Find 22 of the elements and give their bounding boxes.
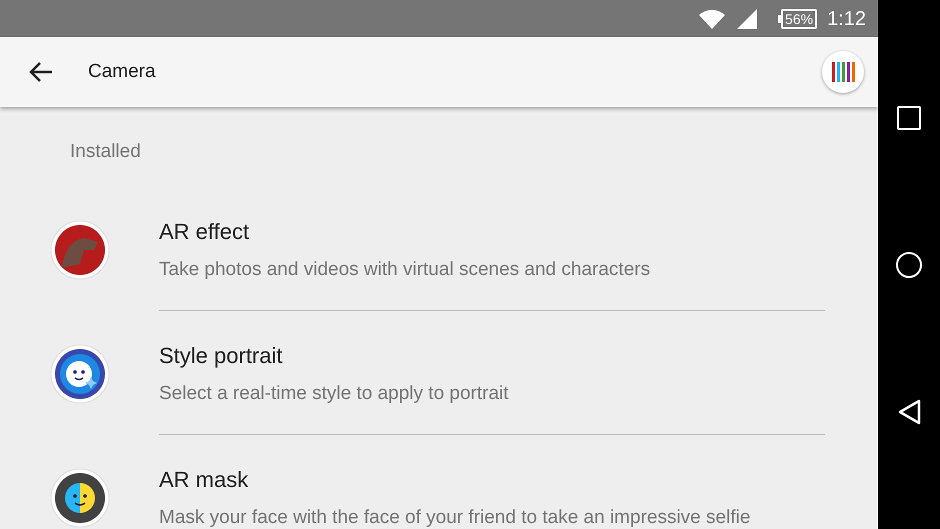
item-title: Style portrait	[159, 342, 284, 368]
item-description: Mask your face with the face of your friend to take an impressive selfie	[159, 506, 752, 528]
list-item[interactable]: Style portrait Select a real-time style to apply to portrait	[0, 332, 878, 456]
home-button[interactable]	[896, 252, 922, 278]
smiley-face-icon	[50, 344, 110, 404]
section-header: Installed	[70, 140, 142, 164]
clock-time: 1:12	[827, 6, 866, 32]
half-face-icon	[50, 468, 110, 528]
wifi-icon	[698, 8, 726, 30]
item-title: AR effect	[159, 218, 250, 244]
app-logo-button[interactable]	[822, 51, 864, 93]
color-bars-logo	[831, 61, 855, 83]
battery-indicator: 56%	[781, 8, 818, 28]
item-description: Select a real-time style to apply to portrait	[159, 382, 510, 404]
recents-button[interactable]	[897, 106, 921, 130]
back-nav-button[interactable]	[896, 398, 922, 426]
signal-icon	[736, 8, 758, 30]
list-item[interactable]: AR mask Mask your face with the face of your friend to take an impressive selfie	[0, 456, 878, 529]
screen-title: Camera	[88, 60, 156, 84]
item-description: Take photos and videos with virtual scenes and characters	[159, 258, 652, 280]
list-item[interactable]: AR effect Take photos and videos with virtual scenes and characters	[0, 208, 878, 332]
item-title: AR mask	[159, 466, 250, 492]
